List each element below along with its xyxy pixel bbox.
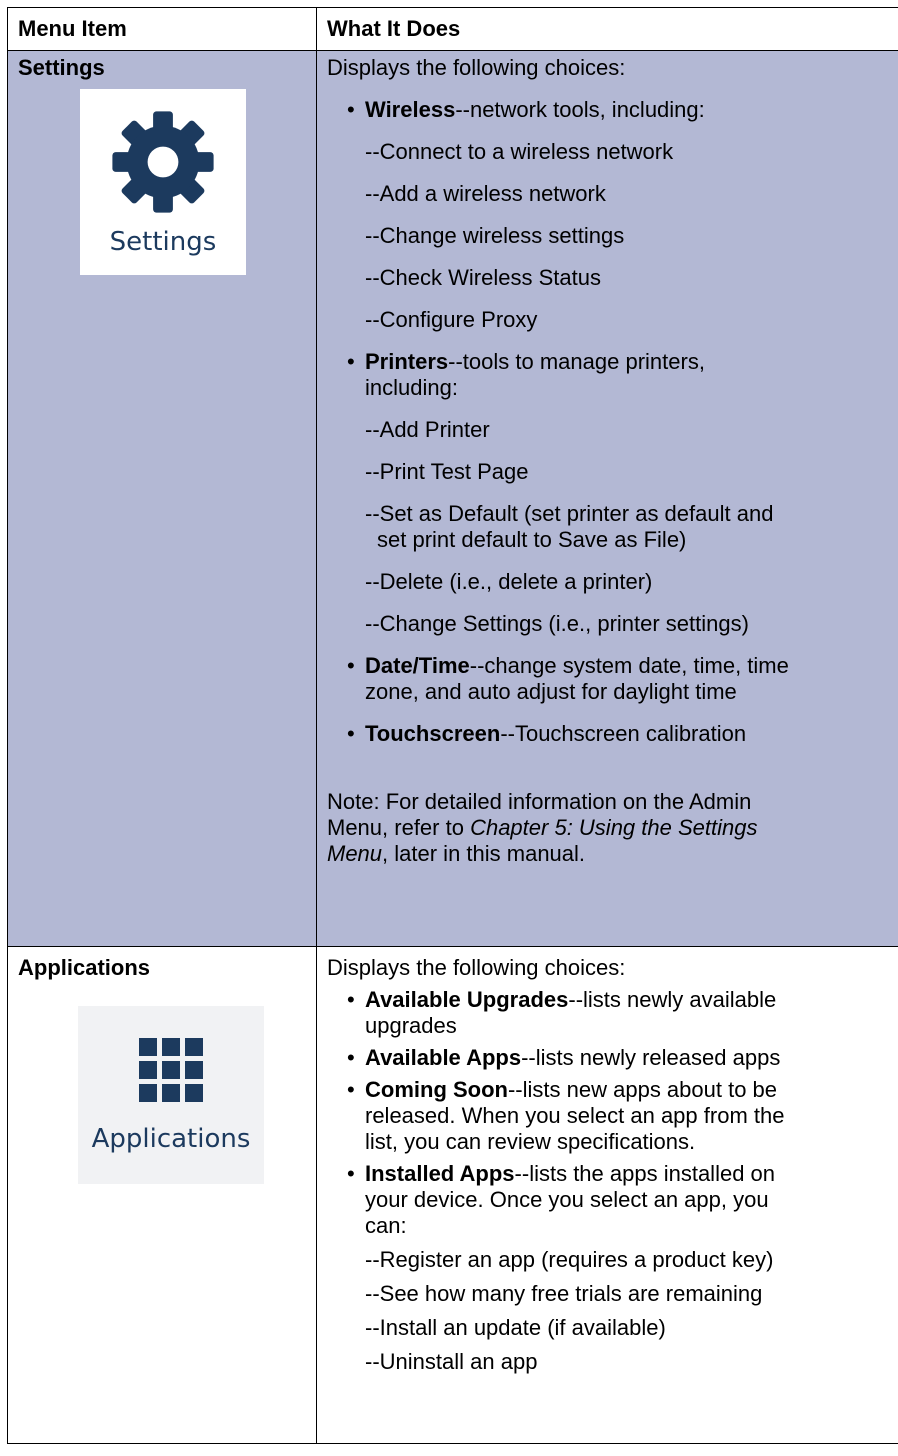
printers-bullet: Printers--tools to manage printers,: [347, 349, 898, 375]
installed-item: --Uninstall an app: [365, 1349, 538, 1374]
datetime-desc: --change system date, time, time: [469, 653, 789, 678]
settings-desc-cell: Displays the following choices: Wireless…: [316, 50, 898, 947]
grid-icon: [139, 1038, 203, 1102]
wireless-item: --Check Wireless Status: [365, 265, 601, 290]
settings-icon-tile: Settings: [80, 89, 246, 275]
note-chapter-ref: Chapter 5: Using the Settings: [470, 815, 758, 840]
upgrades-bullet: Available Upgrades--lists newly availabl…: [347, 987, 898, 1013]
applications-icon-tile: Applications: [78, 1006, 264, 1184]
installed-title: Installed Apps: [365, 1161, 515, 1186]
wireless-item: --Change wireless settings: [365, 223, 625, 248]
printers-item: --Print Test Page: [365, 459, 529, 484]
upgrades-desc-cont: upgrades: [365, 1013, 457, 1038]
applications-icon-caption: Applications: [91, 1124, 251, 1154]
upgrades-desc: --lists newly available: [568, 987, 777, 1012]
printers-item-cont: set print default to Save as File): [377, 527, 687, 552]
applications-intro: Displays the following choices:: [327, 955, 626, 980]
printers-desc: --tools to manage printers,: [448, 349, 705, 374]
soon-desc-cont: list, you can review specifications.: [365, 1129, 696, 1154]
note-line: Note: For detailed information on the Ad…: [327, 789, 752, 814]
soon-desc: --lists new apps about to be: [507, 1077, 778, 1102]
installed-item: --Install an update (if available): [365, 1315, 666, 1340]
header-what-it-does: What It Does: [316, 7, 898, 51]
installed-desc-cont: can:: [365, 1213, 407, 1238]
wireless-item: --Add a wireless network: [365, 181, 606, 206]
printers-item: --Add Printer: [365, 417, 490, 442]
note-line: Menu, later in this manual.: [327, 841, 898, 867]
applications-menu-cell: Applications Applications: [7, 946, 317, 1444]
settings-label: Settings: [18, 55, 105, 80]
datetime-desc-cont: zone, and auto adjust for daylight time: [365, 679, 737, 704]
printers-item: --Delete (i.e., delete a printer): [365, 569, 653, 594]
menu-table: Menu Item What It Does Settings Settings…: [7, 7, 898, 1444]
soon-title: Coming Soon: [365, 1077, 508, 1102]
apps-title: Available Apps: [365, 1045, 522, 1070]
printers-title: Printers: [365, 349, 449, 374]
applications-desc-cell: Displays the following choices: Availabl…: [316, 946, 898, 1444]
datetime-title: Date/Time: [365, 653, 470, 678]
wireless-item: --Configure Proxy: [365, 307, 538, 332]
settings-note: Note: For detailed information on the Ad…: [327, 789, 898, 867]
settings-icon-caption: Settings: [109, 227, 217, 257]
printers-desc-cont: including:: [365, 375, 458, 400]
note-text: , later in this manual.: [382, 841, 586, 866]
printers-item: --Set as Default (set printer as default…: [365, 501, 774, 526]
wireless-desc: --network tools, including:: [455, 97, 705, 122]
applications-label: Applications: [18, 955, 151, 980]
settings-row: Settings Settings Displays the following…: [7, 50, 898, 947]
apps-desc: --lists newly released apps: [521, 1045, 781, 1070]
note-chapter-ref: Menu: [327, 841, 383, 866]
touchscreen-title: Touchscreen: [365, 721, 501, 746]
header-menu-item: Menu Item: [7, 7, 317, 51]
wireless-title: Wireless: [365, 97, 456, 122]
note-line: Menu, refer to Chapter 5: Using the Sett…: [327, 815, 898, 841]
wireless-item: --Connect to a wireless network: [365, 139, 674, 164]
gear-icon: [112, 111, 214, 213]
soon-bullet: Coming Soon--lists new apps about to be: [347, 1077, 898, 1103]
soon-desc-cont: released. When you select an app from th…: [365, 1103, 785, 1128]
printers-item: --Change Settings (i.e., printer setting…: [365, 611, 749, 636]
upgrades-title: Available Upgrades: [365, 987, 569, 1012]
note-text: Menu, refer to: [327, 815, 471, 840]
settings-menu-cell: Settings Settings: [7, 50, 317, 947]
touchscreen-desc: --Touchscreen calibration: [500, 721, 747, 746]
settings-intro: Displays the following choices:: [327, 55, 626, 80]
datetime-bullet: Date/Time--change system date, time, tim…: [347, 653, 898, 679]
installed-bullet: Installed Apps--lists the apps installed…: [347, 1161, 898, 1187]
installed-item: --Register an app (requires a product ke…: [365, 1247, 774, 1272]
installed-desc: --lists the apps installed on: [514, 1161, 776, 1186]
touchscreen-bullet: Touchscreen--Touchscreen calibration: [347, 721, 898, 747]
applications-row: Applications Applications Displays the f…: [7, 946, 898, 1444]
installed-desc-cont: your device. Once you select an app, you: [365, 1187, 769, 1212]
apps-bullet: Available Apps--lists newly released app…: [347, 1045, 898, 1071]
header-row: Menu Item What It Does: [7, 7, 898, 51]
wireless-bullet: Wireless--network tools, including:: [347, 97, 898, 123]
installed-item: --See how many free trials are remaining: [365, 1281, 763, 1306]
